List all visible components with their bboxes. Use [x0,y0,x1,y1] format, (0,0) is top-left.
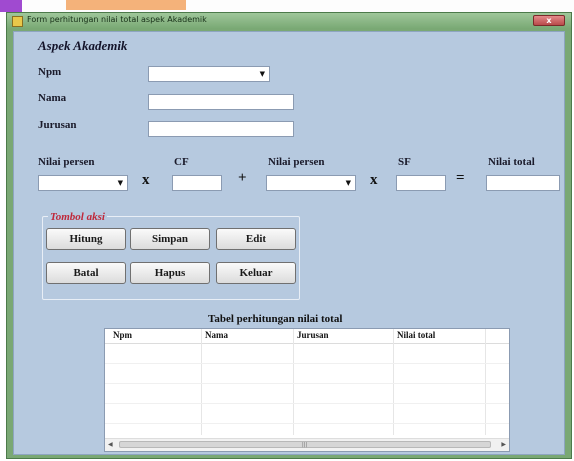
nilai-persen-label: Nilai persen [38,156,95,168]
nilai-total-input[interactable] [486,175,560,191]
scroll-thumb[interactable]: ||| [119,441,491,448]
cf-label: CF [174,156,189,168]
sf-label: SF [398,156,411,168]
nama-label: Nama [38,92,67,104]
npm-label: Npm [38,66,62,78]
plus-operator: + [238,170,247,186]
chevron-down-icon[interactable]: ▼ [260,70,265,78]
scroll-left-icon[interactable]: ◀ [108,441,113,448]
title-bar[interactable]: Form perhitungan nilai total aspek Akade… [7,13,571,29]
table-title: Tabel perhitungan nilai total [208,313,343,325]
grip-icon: ||| [302,442,308,448]
nilai-persen-combobox[interactable]: ▼ [38,175,128,191]
column-header-nama[interactable]: Nama [205,330,228,340]
multiply-operator: x [142,172,150,188]
column-header-nilai-total[interactable]: Nilai total [397,330,435,340]
cf-input[interactable] [172,175,222,191]
app-icon [12,16,23,27]
row-divider [105,383,509,384]
nama-input[interactable] [148,94,294,110]
nilai-persen-2-combobox[interactable]: ▼ [266,175,356,191]
scroll-right-icon[interactable]: ▶ [501,441,506,448]
column-header-jurusan[interactable]: Jurusan [297,330,329,340]
jurusan-input[interactable] [148,121,294,137]
chevron-down-icon[interactable]: ▼ [118,179,123,187]
nilai-total-label: Nilai total [488,156,535,168]
action-group-title: Tombol aksi [48,211,107,223]
background-fragment [0,0,22,12]
form-body: Aspek Akademik Npm ▼ Nama Jurusan Nilai … [13,31,565,455]
equals-operator: = [456,170,465,186]
column-divider [201,329,202,435]
hitung-button[interactable]: Hitung [46,228,126,250]
app-window: Form perhitungan nilai total aspek Akade… [6,12,572,459]
hapus-button[interactable]: Hapus [130,262,210,284]
row-divider [105,423,509,424]
jurusan-label: Jurusan [38,119,77,131]
multiply-operator-2: x [370,172,378,188]
table-header: Npm Nama Jurusan Nilai total [105,329,509,344]
column-divider [293,329,294,435]
keluar-button[interactable]: Keluar [216,262,296,284]
section-title: Aspek Akademik [38,38,128,53]
row-divider [105,363,509,364]
chevron-down-icon[interactable]: ▼ [346,179,351,187]
row-divider [105,403,509,404]
column-divider [485,329,486,435]
horizontal-scrollbar[interactable]: ◀ ||| ▶ [105,438,509,451]
nilai-persen-label-2: Nilai persen [268,156,325,168]
data-table[interactable]: Npm Nama Jurusan Nilai total ◀ ||| ▶ [104,328,510,452]
column-divider [393,329,394,435]
simpan-button[interactable]: Simpan [130,228,210,250]
column-header-npm[interactable]: Npm [113,330,132,340]
batal-button[interactable]: Batal [46,262,126,284]
sf-input[interactable] [396,175,446,191]
window-title: Form perhitungan nilai total aspek Akade… [27,15,207,24]
edit-button[interactable]: Edit [216,228,296,250]
npm-combobox[interactable]: ▼ [148,66,270,82]
background-fragment [66,0,186,10]
close-button[interactable]: x [533,15,565,26]
